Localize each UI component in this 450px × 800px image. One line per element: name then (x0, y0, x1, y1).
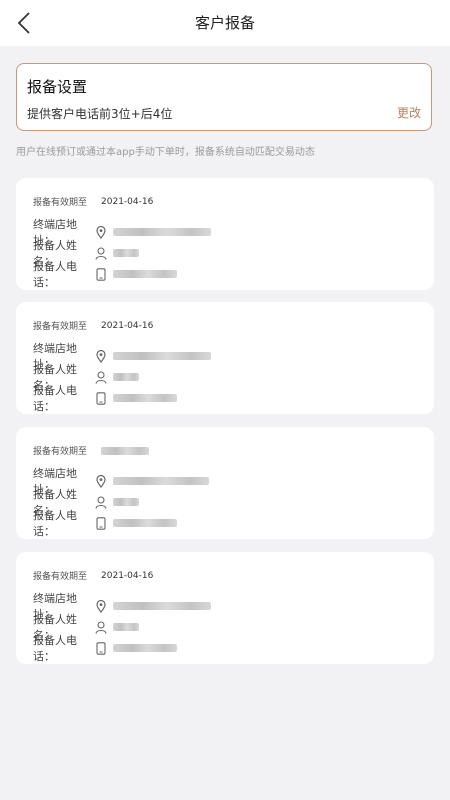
reporter-phone-label: 报备人电话： (33, 634, 77, 663)
reporter-phone-label: 报备人电话： (33, 260, 77, 289)
page-title: 客户报备 (194, 14, 255, 32)
phone-icon (93, 266, 109, 282)
expiry-label: 报备有效期至 (33, 572, 88, 582)
record-card[interactable]: 报备有效期至 2021-04-16 终端店地址： 报备人姓名： 报备人电话： (16, 178, 434, 290)
phone-icon (93, 640, 109, 656)
reporter-name-value (113, 623, 139, 631)
reporter-phone-value (113, 270, 177, 278)
store-address-value (113, 602, 211, 610)
reporter-name-value (113, 498, 139, 506)
reporter-name-value (113, 373, 139, 381)
reporter-phone-label: 报备人电话： (33, 509, 77, 538)
reporter-phone-value (113, 519, 177, 527)
settings-description: 提供客户电话前3位+后4位 (27, 107, 173, 121)
record-card[interactable]: 报备有效期至 终端店地址： 报备人姓名： 报备人电话： (16, 427, 434, 539)
store-address-value (113, 477, 209, 485)
phone-icon (93, 390, 109, 406)
record-card[interactable]: 报备有效期至 2021-04-16 终端店地址： 报备人姓名： 报备人电话： (16, 552, 434, 664)
phone-icon (93, 515, 109, 531)
expiry-date: 2021-04-16 (101, 320, 154, 331)
expiry-date-obscured (101, 446, 150, 455)
change-button[interactable]: 更改 (397, 104, 421, 121)
reporter-phone-value (113, 644, 177, 652)
reporter-name-value (113, 249, 139, 257)
expiry-date: 2021-04-16 (101, 570, 154, 581)
top-bar: 客户报备 (0, 0, 450, 46)
reporter-phone-label: 报备人电话： (33, 384, 77, 413)
store-address-value (113, 228, 211, 236)
expiry-label: 报备有效期至 (33, 322, 88, 332)
reporter-phone-value (113, 394, 177, 402)
expiry-date: 2021-04-16 (101, 196, 154, 207)
store-address-value (113, 352, 211, 360)
report-settings-card: 报备设置 提供客户电话前3位+后4位 更改 (16, 63, 432, 131)
settings-title: 报备设置 (27, 78, 88, 96)
record-card[interactable]: 报备有效期至 2021-04-16 终端店地址： 报备人姓名： 报备人电话： (16, 302, 434, 414)
expiry-label: 报备有效期至 (33, 447, 88, 457)
expiry-label: 报备有效期至 (33, 198, 88, 208)
hint-text: 用户在线预订或通过本app手动下单时，报备系统自动匹配交易动态 (16, 147, 315, 158)
